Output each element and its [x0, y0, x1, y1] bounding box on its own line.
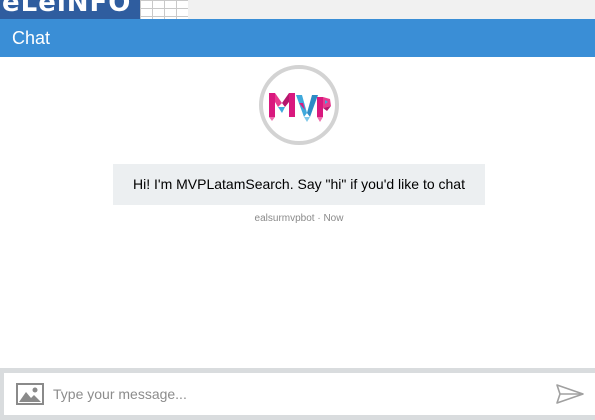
image-icon [16, 383, 44, 405]
send-icon [556, 384, 584, 404]
message-meta: ealsurmvpbot · Now [113, 213, 485, 224]
mvp-logo-icon [269, 93, 331, 122]
upload-image-button[interactable] [16, 383, 44, 405]
host-spreadsheet-grid [140, 0, 188, 19]
chat-window: eLeiNFO Chat Hi! I'm MVPLatamSearch. Say… [0, 0, 595, 420]
bot-message-bubble: Hi! I'm MVPLatamSearch. Say "hi" if you'… [113, 164, 485, 205]
bot-avatar [259, 65, 339, 145]
message-input[interactable] [53, 379, 543, 409]
bot-message-text: Hi! I'm MVPLatamSearch. Say "hi" if you'… [133, 176, 465, 192]
message-sender: ealsurmvpbot [254, 213, 315, 224]
host-page-area [188, 0, 595, 19]
chat-header: Chat [0, 19, 595, 57]
message-timestamp: Now [323, 213, 344, 224]
host-page-strip: eLeiNFO [0, 0, 595, 20]
send-button[interactable] [555, 383, 585, 405]
composer-box [4, 373, 595, 415]
chat-history[interactable]: Hi! I'm MVPLatamSearch. Say "hi" if you'… [0, 57, 595, 368]
chat-title: Chat [12, 28, 51, 48]
composer-area [0, 368, 595, 420]
host-logo: eLeiNFO [0, 0, 140, 19]
